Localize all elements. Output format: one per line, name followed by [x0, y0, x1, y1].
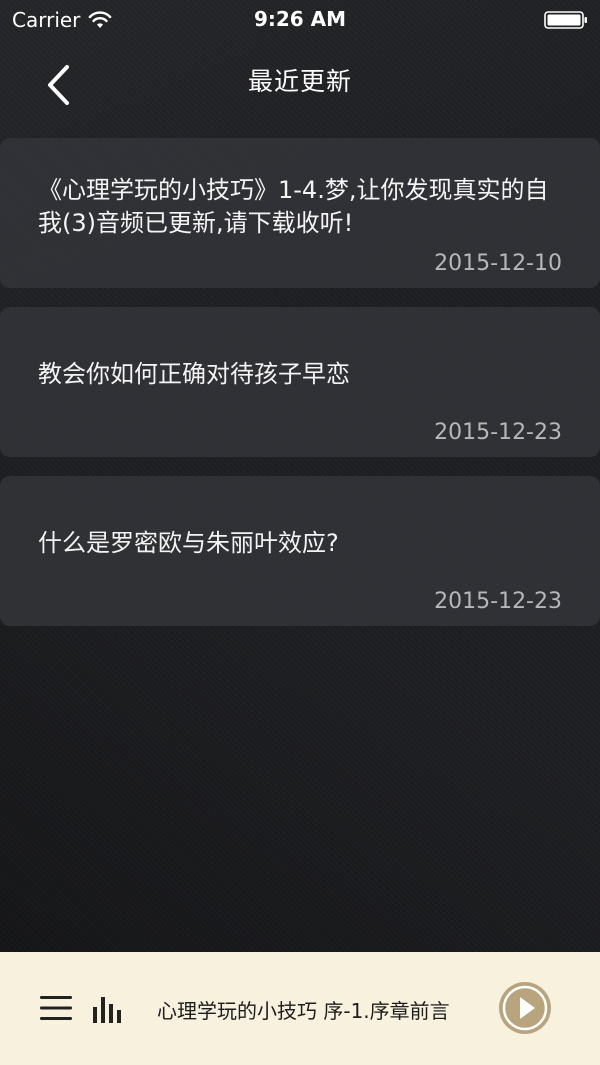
play-button[interactable] [499, 982, 551, 1034]
menu-icon[interactable] [40, 995, 72, 1021]
update-item[interactable]: 教会你如何正确对待孩子早恋 2015-12-23 [0, 307, 600, 457]
update-date: 2015-12-23 [434, 589, 562, 614]
update-item[interactable]: 《心理学玩的小技巧》1-4.梦,让你发现真实的自我(3)音频已更新,请下载收听!… [0, 138, 600, 288]
nav-bar: 最近更新 [0, 40, 600, 122]
battery-icon [544, 11, 587, 29]
update-list: 《心理学玩的小技巧》1-4.梦,让你发现真实的自我(3)音频已更新,请下载收听!… [0, 138, 600, 626]
play-icon [502, 985, 548, 1031]
page-title: 最近更新 [247, 67, 352, 96]
update-title: 《心理学玩的小技巧》1-4.梦,让你发现真实的自我(3)音频已更新,请下载收听! [38, 176, 549, 237]
bar-chart-icon[interactable] [92, 993, 122, 1023]
update-title: 教会你如何正确对待孩子早恋 [38, 360, 350, 388]
update-date: 2015-12-23 [434, 420, 562, 445]
update-title: 什么是罗密欧与朱丽叶效应? [38, 529, 339, 557]
update-item[interactable]: 什么是罗密欧与朱丽叶效应? 2015-12-23 [0, 476, 600, 626]
now-playing-title[interactable]: 心理学玩的小技巧 序-1.序章前言 [157, 995, 450, 1024]
status-time: 9:26 AM [253, 7, 347, 31]
update-date: 2015-12-10 [434, 251, 562, 276]
status-bar: Carrier 9:26 AM [0, 0, 600, 40]
